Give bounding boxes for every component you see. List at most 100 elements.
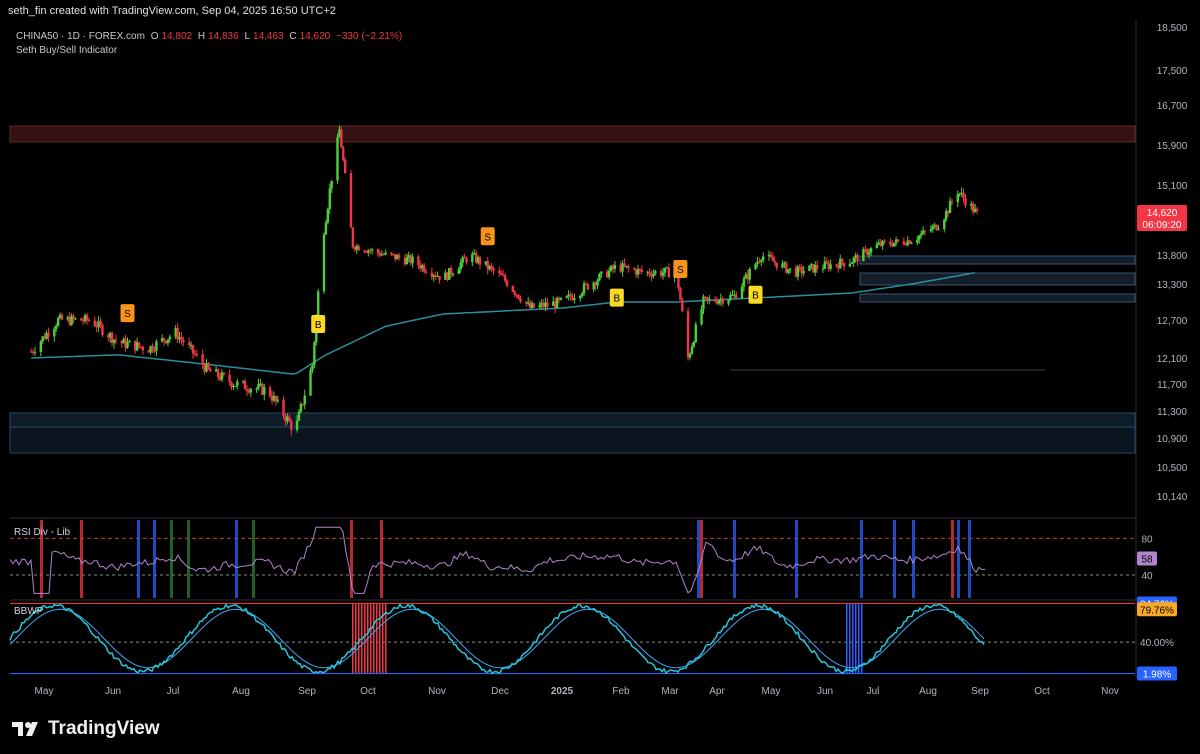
candle-body xyxy=(654,271,657,274)
candle-body xyxy=(517,294,520,299)
candle-body xyxy=(815,265,819,269)
y-tick-label: 15,100 xyxy=(1157,181,1188,192)
candle-body xyxy=(222,372,226,375)
bbwp-tick-label: 40.00% xyxy=(1140,638,1174,649)
support-zone xyxy=(9,426,1136,454)
candle-body xyxy=(821,268,825,270)
rsi-divergence-bar xyxy=(153,520,156,598)
candle-body xyxy=(330,180,333,189)
rsi-tick-label: 80 xyxy=(1141,534,1153,545)
candle-body xyxy=(295,420,299,430)
bbwp-extreme-bar xyxy=(370,604,372,673)
rsi-divergence-bar xyxy=(795,520,798,598)
y-tick-label: 16,700 xyxy=(1157,101,1188,112)
candle-body xyxy=(760,260,763,262)
candle-body xyxy=(191,344,195,354)
candle-body xyxy=(343,160,347,174)
candle-body xyxy=(55,325,58,329)
candle-body xyxy=(74,318,77,320)
x-tick-label: Aug xyxy=(919,686,937,697)
candle-body xyxy=(686,311,690,358)
candle-body xyxy=(840,258,844,263)
background xyxy=(0,0,1200,754)
candle-body xyxy=(721,298,724,304)
candle-body xyxy=(324,222,328,235)
candle-body xyxy=(762,256,765,261)
rsi-divergence-bar xyxy=(137,520,140,598)
candle-body xyxy=(867,252,871,255)
candle-body xyxy=(370,249,374,251)
candle-body xyxy=(276,399,279,402)
candle-body xyxy=(498,270,501,273)
candle-body xyxy=(313,342,316,365)
y-tick-label: 10,900 xyxy=(1157,434,1188,445)
candle-body xyxy=(299,404,303,412)
candle-body xyxy=(243,380,247,390)
candle-body xyxy=(438,276,441,280)
sell-signal-label: S xyxy=(124,309,131,320)
candle-body xyxy=(471,253,474,263)
credit-line: seth_fin created with TradingView.com, S… xyxy=(8,5,336,17)
candle-body xyxy=(363,250,366,252)
candle-body xyxy=(661,272,665,276)
rsi-divergence-bar xyxy=(957,520,960,598)
candle-body xyxy=(975,208,979,211)
sell-signal-label: S xyxy=(677,265,684,276)
candle-body xyxy=(168,336,172,340)
brand-name: TradingView xyxy=(48,718,160,739)
candle-body xyxy=(964,198,967,206)
candle-body xyxy=(351,227,355,248)
candle-body xyxy=(862,249,865,262)
candle-body xyxy=(796,266,800,277)
candle-body xyxy=(349,173,353,228)
last-price-value: 14,620 xyxy=(1147,208,1178,219)
candle-body xyxy=(93,320,96,327)
candle-body xyxy=(328,188,331,210)
candle-body xyxy=(893,242,896,247)
candle-body xyxy=(679,288,682,301)
bbwp-extreme-bar xyxy=(355,604,357,673)
tradingview-brand[interactable]: TradingView xyxy=(12,718,160,740)
candle-body xyxy=(538,304,541,308)
candle-body xyxy=(758,261,761,263)
x-tick-label: Jun xyxy=(105,686,121,697)
candle-body xyxy=(478,257,482,265)
bbwp-extreme-bar xyxy=(861,604,863,673)
symbol-legend[interactable]: CHINA50 · 1D · FOREX.com O 14,802 H 14,836… xyxy=(16,31,405,42)
candle-body xyxy=(511,286,514,292)
high-label: H xyxy=(197,31,206,42)
candle-body xyxy=(384,252,387,255)
candle-body xyxy=(948,200,952,214)
candle-body xyxy=(546,302,549,306)
candle-body xyxy=(586,283,590,290)
candle-body xyxy=(787,269,790,273)
rsi-label[interactable]: RSI Div - Lib xyxy=(14,527,70,538)
rsi-divergence-bar xyxy=(235,520,238,598)
candle-body xyxy=(559,297,563,300)
x-tick-label: Jul xyxy=(867,686,880,697)
candle-body xyxy=(740,286,744,299)
candle-body xyxy=(114,339,118,342)
bbwp-label[interactable]: BBWP xyxy=(14,606,43,617)
x-tick-label: Nov xyxy=(1101,686,1119,697)
y-tick-label: 17,500 xyxy=(1157,66,1188,77)
x-tick-label: 2025 xyxy=(551,686,574,697)
indicator-name[interactable]: Seth Buy/Sell Indicator xyxy=(16,45,117,56)
candle-body xyxy=(209,368,212,372)
candle-body xyxy=(153,350,156,352)
candle-body xyxy=(596,280,599,286)
candle-body xyxy=(648,271,651,275)
symbol-name[interactable]: CHINA50 · 1D · FOREX.com xyxy=(16,31,145,42)
chart-canvas[interactable]: S B S B S B 10,140 10,500 10,900 11,300 11,700 12,1… xyxy=(0,0,1200,754)
x-tick-label: Feb xyxy=(612,686,630,697)
candle-body xyxy=(340,129,343,148)
candle-body xyxy=(326,209,330,223)
y-tick-label: 10,140 xyxy=(1157,492,1188,503)
candle-body xyxy=(459,262,462,270)
x-tick-label: Apr xyxy=(709,686,725,697)
candle-body xyxy=(598,273,601,281)
candle-body xyxy=(910,242,913,244)
candle-body xyxy=(727,299,730,304)
candle-body xyxy=(919,233,923,236)
candle-body xyxy=(931,226,934,230)
